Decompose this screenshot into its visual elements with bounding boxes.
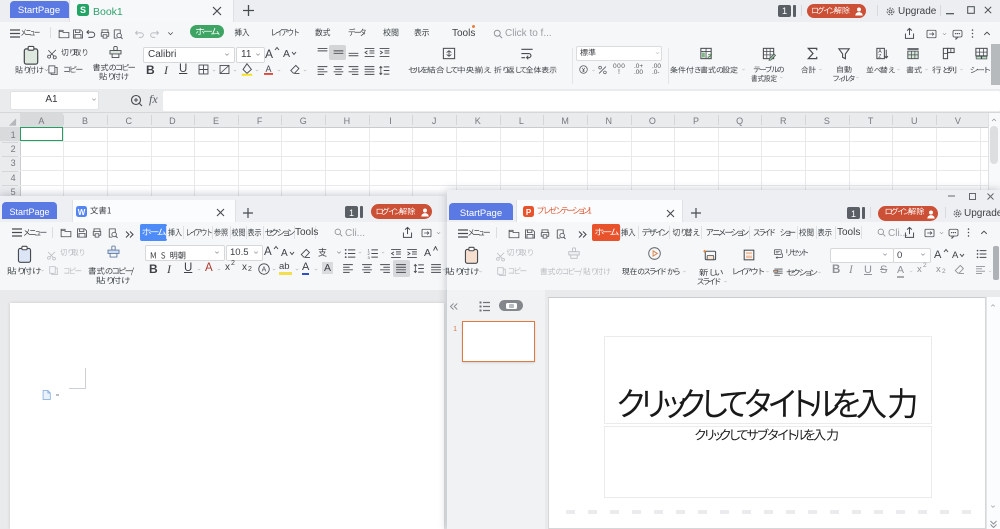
svg-text:3: 3 [368, 255, 371, 260]
svg-text:A: A [266, 63, 272, 73]
svg-text:A: A [262, 266, 267, 273]
svg-text:Z: Z [878, 54, 881, 60]
